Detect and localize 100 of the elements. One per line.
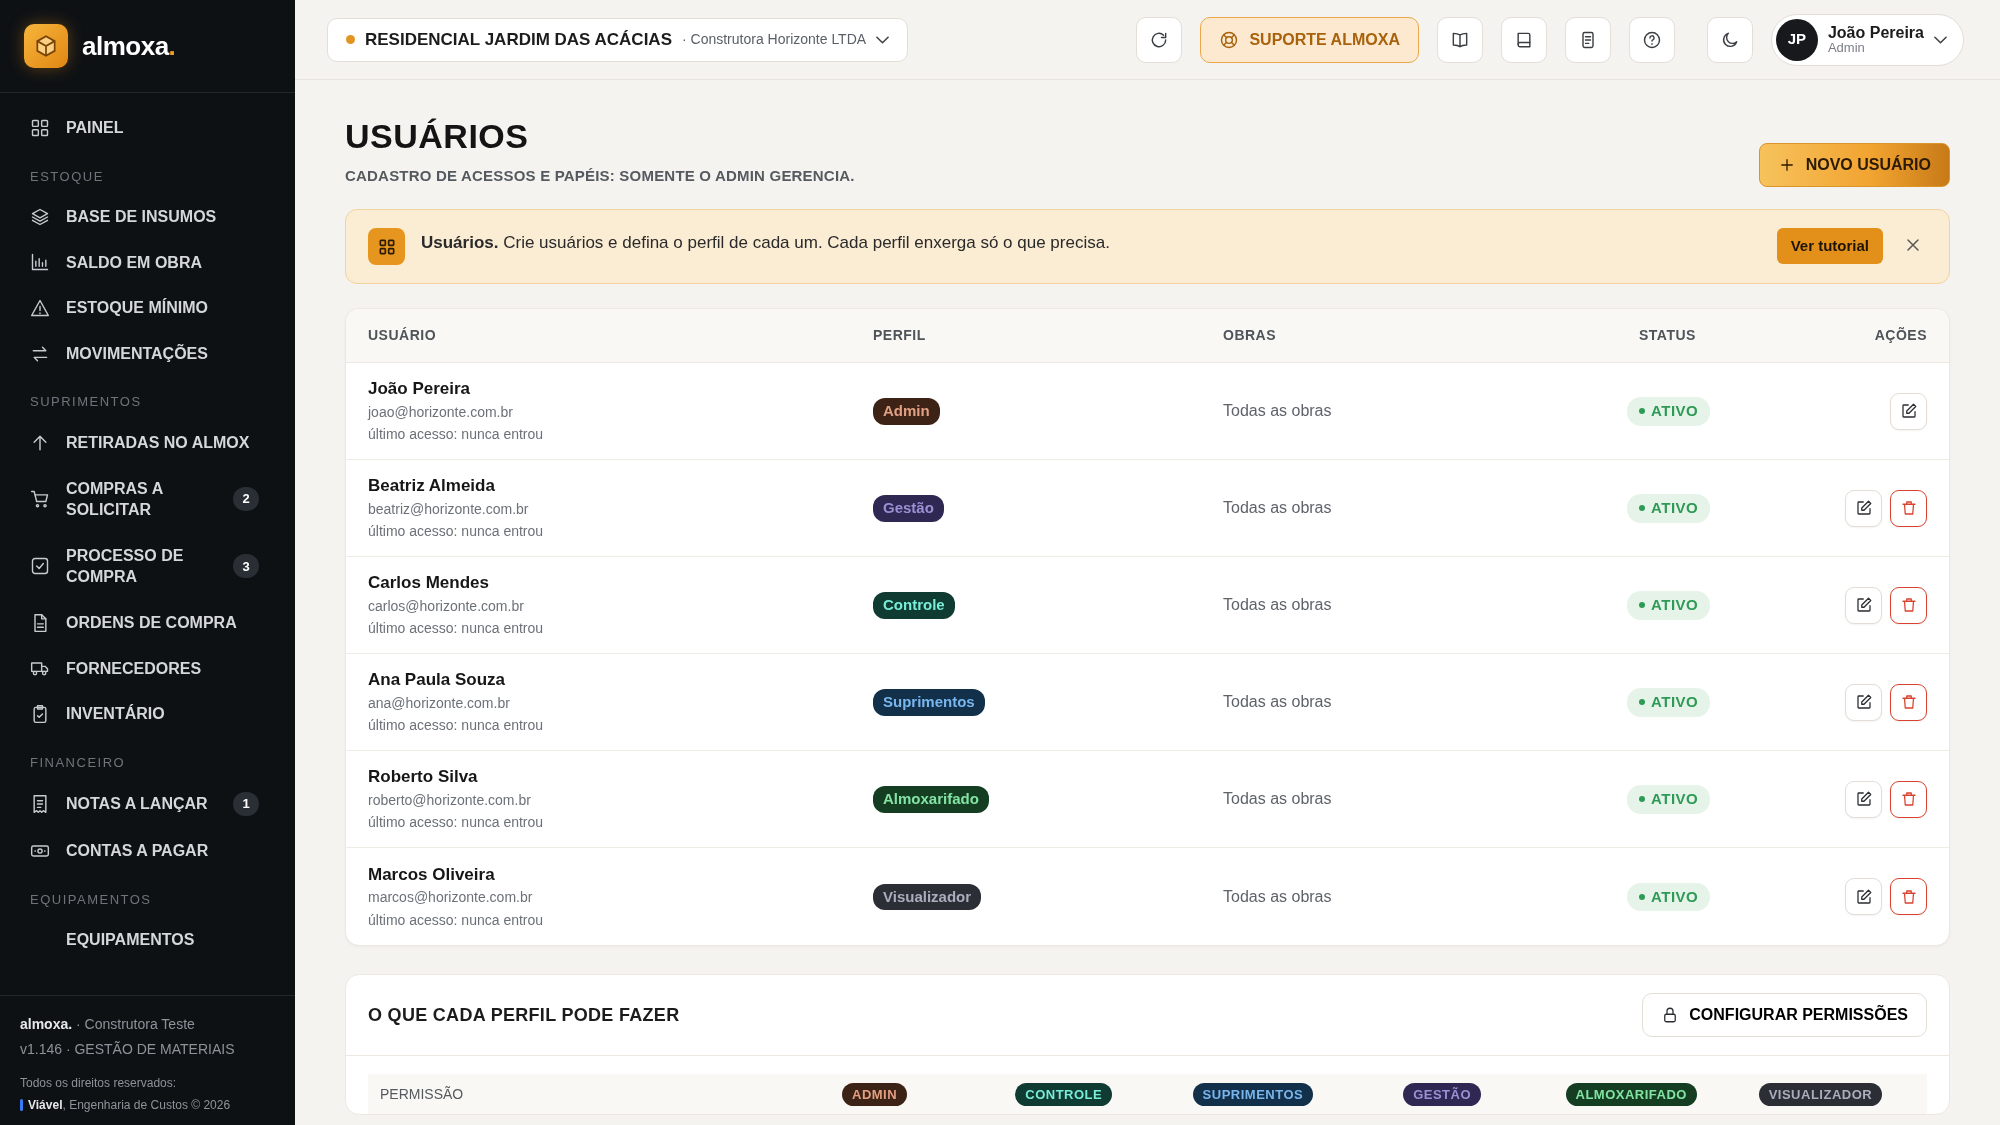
edit-button[interactable] bbox=[1845, 878, 1882, 916]
profile-tag: ALMOXARIFADO bbox=[1565, 1082, 1697, 1107]
chevron-down-icon bbox=[876, 35, 890, 44]
status-badge: ATIVO bbox=[1627, 882, 1711, 912]
trash-icon bbox=[1899, 596, 1918, 615]
sidebar-item[interactable]: CONTAS A PAGAR bbox=[12, 828, 277, 874]
dark-mode-button[interactable] bbox=[1706, 16, 1753, 63]
sidebar-item[interactable]: SALDO EM OBRA bbox=[12, 239, 277, 286]
sidebar-footer-brand: almoxa. · Construtora Teste bbox=[20, 1015, 196, 1034]
tutorial-button[interactable]: Ver tutorial bbox=[1776, 228, 1883, 265]
profile-tag: Visualizador bbox=[873, 883, 982, 911]
delete-button[interactable] bbox=[1890, 780, 1927, 818]
user-name: Ana Paula Souza bbox=[368, 669, 506, 691]
user-email: roberto@horizonte.com.br bbox=[368, 790, 532, 810]
last-access-text: último acesso: nunca entrou bbox=[368, 910, 545, 930]
trash-icon bbox=[1899, 887, 1918, 906]
user-email: marcos@horizonte.com.br bbox=[368, 888, 534, 908]
profile-tag: Admin bbox=[873, 398, 940, 425]
receipt-icon bbox=[30, 794, 50, 815]
page-subtitle: CADASTRO DE ACESSOS E PAPÉIS: SOMENTE O ADMIN GERENCIA. bbox=[345, 165, 855, 186]
edit-icon bbox=[1854, 790, 1873, 809]
project-selector[interactable]: RESIDENCIAL JARDIM DAS ACÁCIAS · Construtora Horizonte LTDA bbox=[327, 17, 909, 62]
version-text: v1.146 · GESTÃO DE MATERIAIS bbox=[20, 1040, 236, 1059]
document-button[interactable] bbox=[1564, 16, 1611, 63]
warning-icon bbox=[30, 298, 50, 319]
edit-button[interactable] bbox=[1845, 780, 1882, 818]
sidebar-item[interactable]: ORDENS DE COMPRA bbox=[12, 599, 277, 646]
sidebar-item[interactable]: PROCESSO DE COMPRA 3 bbox=[12, 532, 277, 600]
works-text: Todas as obras bbox=[1223, 498, 1333, 519]
profile-tag: Almoxarifado bbox=[873, 786, 989, 813]
cart-icon bbox=[30, 489, 50, 510]
sidebar-item[interactable]: ESTOQUE MÍNIMO bbox=[12, 285, 277, 331]
section-heading: ESTOQUE bbox=[29, 167, 105, 186]
edit-button[interactable] bbox=[1845, 489, 1882, 527]
new-user-button[interactable]: NOVO USUÁRIO bbox=[1758, 143, 1950, 188]
sidebar-item[interactable]: MOVIMENTAÇÕES bbox=[12, 330, 277, 377]
open-book-button[interactable] bbox=[1436, 16, 1483, 63]
chevron-down-icon bbox=[1934, 35, 1947, 44]
lifebuoy-icon bbox=[1219, 29, 1240, 50]
profile-tag: Suprimentos bbox=[873, 689, 985, 716]
refresh-button[interactable] bbox=[1136, 16, 1183, 63]
clipboard-icon bbox=[30, 703, 50, 724]
logo-icon bbox=[24, 24, 68, 68]
delete-button[interactable] bbox=[1890, 489, 1927, 527]
user-name: Beatriz Almeida bbox=[368, 475, 496, 497]
status-dot bbox=[346, 35, 355, 44]
count-badge: 3 bbox=[233, 554, 259, 579]
sidebar-item[interactable]: COMPRAS A SOLICITAR 2 bbox=[12, 465, 277, 533]
user-name: João Pereira bbox=[1827, 23, 1924, 42]
trash-icon bbox=[1899, 499, 1918, 518]
banner-text: Usuários. Crie usuários e defina o perfil de cada um. Cada perfil enxerga só o que precisa. bbox=[421, 232, 1111, 255]
edit-icon bbox=[1854, 596, 1873, 615]
column-header: PERMISSÃO bbox=[380, 1084, 465, 1104]
sidebar-item[interactable]: RETIRADAS NO ALMOX bbox=[12, 419, 277, 466]
copyright-text: Todos os direitos reservados: bbox=[20, 1075, 178, 1092]
brand-mark bbox=[20, 1099, 23, 1111]
profile-tag: GESTÃO bbox=[1403, 1082, 1482, 1107]
user-email: ana@horizonte.com.br bbox=[368, 693, 511, 713]
user-role: Admin bbox=[1827, 41, 1866, 56]
status-badge: ATIVO bbox=[1627, 494, 1711, 523]
user-name: Roberto Silva bbox=[368, 766, 479, 788]
last-access-text: último acesso: nunca entrou bbox=[368, 522, 545, 542]
section-title: O QUE CADA PERFIL PODE FAZER bbox=[368, 1003, 680, 1027]
last-access-text: último acesso: nunca entrou bbox=[368, 619, 545, 639]
works-text: Todas as obras bbox=[1223, 692, 1333, 713]
grid-icon bbox=[30, 117, 50, 138]
sidebar-item[interactable]: FORNECEDORES bbox=[12, 645, 277, 692]
user-name: Marcos Oliveira bbox=[368, 863, 496, 886]
sidebar-item[interactable]: NOTAS A LANÇAR 1 bbox=[12, 780, 277, 829]
delete-button[interactable] bbox=[1890, 878, 1927, 916]
trash-icon bbox=[1899, 790, 1918, 809]
sidebar-item[interactable]: INVENTÁRIO bbox=[12, 691, 277, 737]
section-heading: SUPRIMENTOS bbox=[29, 393, 143, 412]
profile-tag: SUPRIMENTOS bbox=[1192, 1082, 1314, 1107]
configure-permissions-button[interactable]: CONFIGURAR PERMISSÕES bbox=[1642, 993, 1927, 1038]
delete-button[interactable] bbox=[1890, 586, 1927, 624]
column-header: PERFIL bbox=[873, 326, 927, 346]
book-button[interactable] bbox=[1500, 16, 1547, 63]
sidebar-item[interactable]: EQUIPAMENTOS bbox=[12, 917, 277, 963]
sidebar-item[interactable]: PAINEL bbox=[12, 105, 277, 151]
edit-button[interactable] bbox=[1845, 683, 1882, 721]
user-name: João Pereira bbox=[368, 378, 472, 400]
status-badge: ATIVO bbox=[1627, 785, 1711, 814]
delete-button[interactable] bbox=[1890, 683, 1927, 721]
status-badge: ATIVO bbox=[1627, 688, 1711, 717]
layers-icon bbox=[30, 206, 50, 227]
section-heading: EQUIPAMENTOS bbox=[29, 890, 153, 909]
user-email: joao@horizonte.com.br bbox=[368, 402, 514, 422]
support-button[interactable]: SUPORTE ALMOXA bbox=[1200, 16, 1419, 63]
user-menu[interactable]: JP João Pereira Admin bbox=[1770, 13, 1964, 66]
works-text: Todas as obras bbox=[1223, 401, 1333, 422]
sidebar-item[interactable]: BASE DE INSUMOS bbox=[12, 194, 277, 240]
edit-button[interactable] bbox=[1845, 586, 1882, 624]
profile-tag: Gestão bbox=[873, 495, 944, 522]
help-button[interactable] bbox=[1628, 16, 1675, 63]
status-badge: ATIVO bbox=[1627, 591, 1711, 620]
count-badge: 2 bbox=[233, 487, 259, 512]
column-header: STATUS bbox=[1638, 326, 1697, 346]
column-header: OBRAS bbox=[1223, 326, 1278, 346]
edit-button[interactable] bbox=[1890, 392, 1927, 430]
